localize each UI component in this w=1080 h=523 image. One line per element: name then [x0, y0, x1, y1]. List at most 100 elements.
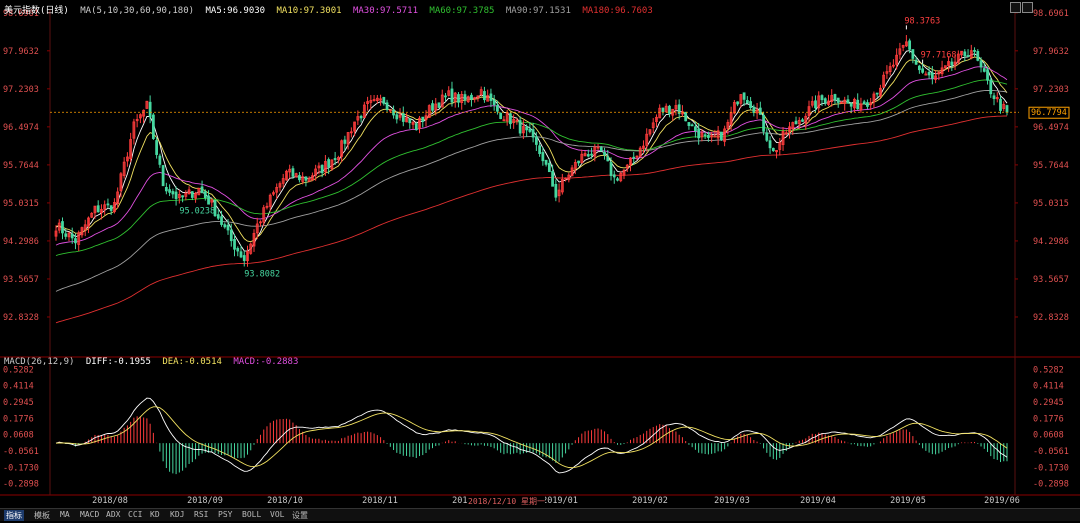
- tab-rsi[interactable]: RSI: [194, 510, 208, 519]
- candle-body: [632, 156, 636, 159]
- tab-template[interactable]: 模板: [34, 510, 50, 521]
- window-maximize-icon[interactable]: [1022, 2, 1033, 13]
- macd-diff-value: DIFF:-0.1955: [85, 357, 151, 367]
- macd-header: MACD(26,12,9) DIFF:-0.1955 DEA:-0.0514 M…: [4, 357, 304, 367]
- candle-body: [223, 224, 227, 228]
- macd-y-tick-label-right: 0.5282: [1033, 365, 1064, 375]
- candle-body: [414, 123, 418, 131]
- candle-body: [609, 162, 613, 176]
- macd-y-tick-label-left: -0.2898: [3, 480, 39, 490]
- candle-body: [554, 183, 558, 198]
- x-axis-tick-label: 2019/02: [632, 496, 668, 506]
- macd-y-tick-label-left: 0.1776: [3, 414, 34, 424]
- candle-body: [966, 55, 970, 57]
- candle-body: [963, 51, 967, 57]
- candle-body: [431, 103, 434, 111]
- candle-body: [719, 131, 723, 140]
- candle-body: [457, 94, 460, 103]
- candle-body: [531, 129, 535, 138]
- macd-y-tick-label-left: 0.0608: [3, 431, 34, 441]
- candle-body: [499, 112, 503, 119]
- candle-body: [382, 97, 386, 104]
- candle-body: [492, 99, 496, 105]
- x-axis-tick-label: 2019/01: [542, 496, 578, 506]
- macd-y-tick-label-left: -0.1730: [3, 463, 39, 473]
- macd-y-tick-label-left: 0.2945: [3, 398, 34, 408]
- candle-body: [752, 106, 756, 114]
- tab-settings[interactable]: 设置: [292, 510, 308, 521]
- candle-body: [229, 229, 233, 242]
- candle-body: [174, 191, 178, 199]
- indicator-tab-bar: 指标 模板 MA MACD ADX CCI KD KDJ RSI PSY BOL…: [0, 508, 1080, 521]
- candle-body: [856, 99, 860, 110]
- candle-body: [771, 147, 775, 152]
- candle-body: [61, 221, 64, 234]
- candle-body: [758, 107, 762, 115]
- price-y-tick-label-right: 97.2303: [1033, 85, 1069, 95]
- candle-body: [697, 128, 701, 139]
- candle-body: [989, 79, 993, 95]
- x-axis-tick-label: 2019/04: [800, 496, 836, 506]
- candle-body: [528, 128, 532, 132]
- candle-body: [921, 68, 924, 73]
- candle-body: [489, 93, 493, 101]
- annotation-high-label: 98.3763: [904, 16, 940, 26]
- price-y-tick-label-left: 94.2986: [3, 237, 39, 247]
- x-axis-tick-label: 2019/05: [890, 496, 926, 506]
- chart-root: 98.6961 98.6961 97.9632 97.9632 97.2303 97.23…: [0, 0, 1080, 520]
- tab-boll[interactable]: BOLL: [242, 510, 261, 519]
- candle-body: [534, 136, 538, 145]
- candle-body: [168, 189, 171, 193]
- tab-cci[interactable]: CCI: [128, 510, 142, 519]
- candle-body: [736, 101, 739, 105]
- macd-macd-value: MACD:-0.2883: [233, 357, 299, 367]
- candle-body: [684, 111, 688, 122]
- ma60-value: MA60:97.3785: [429, 6, 495, 16]
- tab-macd[interactable]: MACD: [80, 510, 99, 519]
- current-price-label: 96.7794: [1031, 108, 1067, 118]
- candle-body: [64, 233, 68, 237]
- candle-body: [161, 165, 165, 187]
- annotation-low-label: 93.8082: [244, 269, 280, 279]
- ma180-line: [55, 115, 1007, 324]
- candle-body: [917, 65, 921, 71]
- chart-title[interactable]: 美元指数(日线): [4, 6, 69, 16]
- candle-body: [687, 122, 691, 126]
- candle-body: [304, 176, 308, 181]
- candle-body: [395, 114, 399, 120]
- candle-body: [164, 186, 168, 192]
- candle-body: [496, 105, 499, 112]
- x-axis-tick-label: 2019/03: [714, 496, 750, 506]
- candle-body: [298, 175, 301, 181]
- candle-body: [463, 94, 467, 101]
- candle-body: [242, 255, 246, 261]
- candle-body: [973, 49, 976, 52]
- tab-adx[interactable]: ADX: [106, 510, 120, 519]
- price-y-tick-label-left: 92.8328: [3, 313, 39, 323]
- ma60-line: [55, 79, 1008, 257]
- price-y-tick-label-left: 97.9632: [3, 47, 39, 57]
- candle-body: [823, 98, 827, 104]
- macd-dea-value: DEA:-0.0514: [162, 357, 222, 367]
- tab-ma[interactable]: MA: [60, 510, 70, 519]
- candle-body: [762, 114, 765, 132]
- candle-body: [911, 49, 915, 59]
- tab-kd[interactable]: KD: [150, 510, 160, 519]
- ma10-value: MA10:97.3001: [276, 6, 342, 16]
- candle-body: [927, 72, 931, 76]
- candle-body: [401, 113, 405, 122]
- annotation-low-label: 95.0238: [179, 206, 215, 216]
- candle-body: [742, 92, 746, 100]
- tab-indicator[interactable]: 指标: [4, 510, 24, 521]
- tab-vol[interactable]: VOL: [270, 510, 284, 519]
- annotation-high-label: 97.7168: [921, 51, 957, 61]
- price-y-tick-label-left: 95.7644: [3, 161, 39, 171]
- tab-psy[interactable]: PSY: [218, 510, 232, 519]
- candle-body: [437, 102, 441, 108]
- candle-body: [151, 114, 155, 139]
- candle-body: [109, 205, 113, 211]
- tab-kdj[interactable]: KDJ: [170, 510, 184, 519]
- ma5-value: MA5:96.9030: [205, 6, 266, 16]
- candle-body: [908, 40, 912, 50]
- window-restore-icon[interactable]: [1010, 2, 1021, 13]
